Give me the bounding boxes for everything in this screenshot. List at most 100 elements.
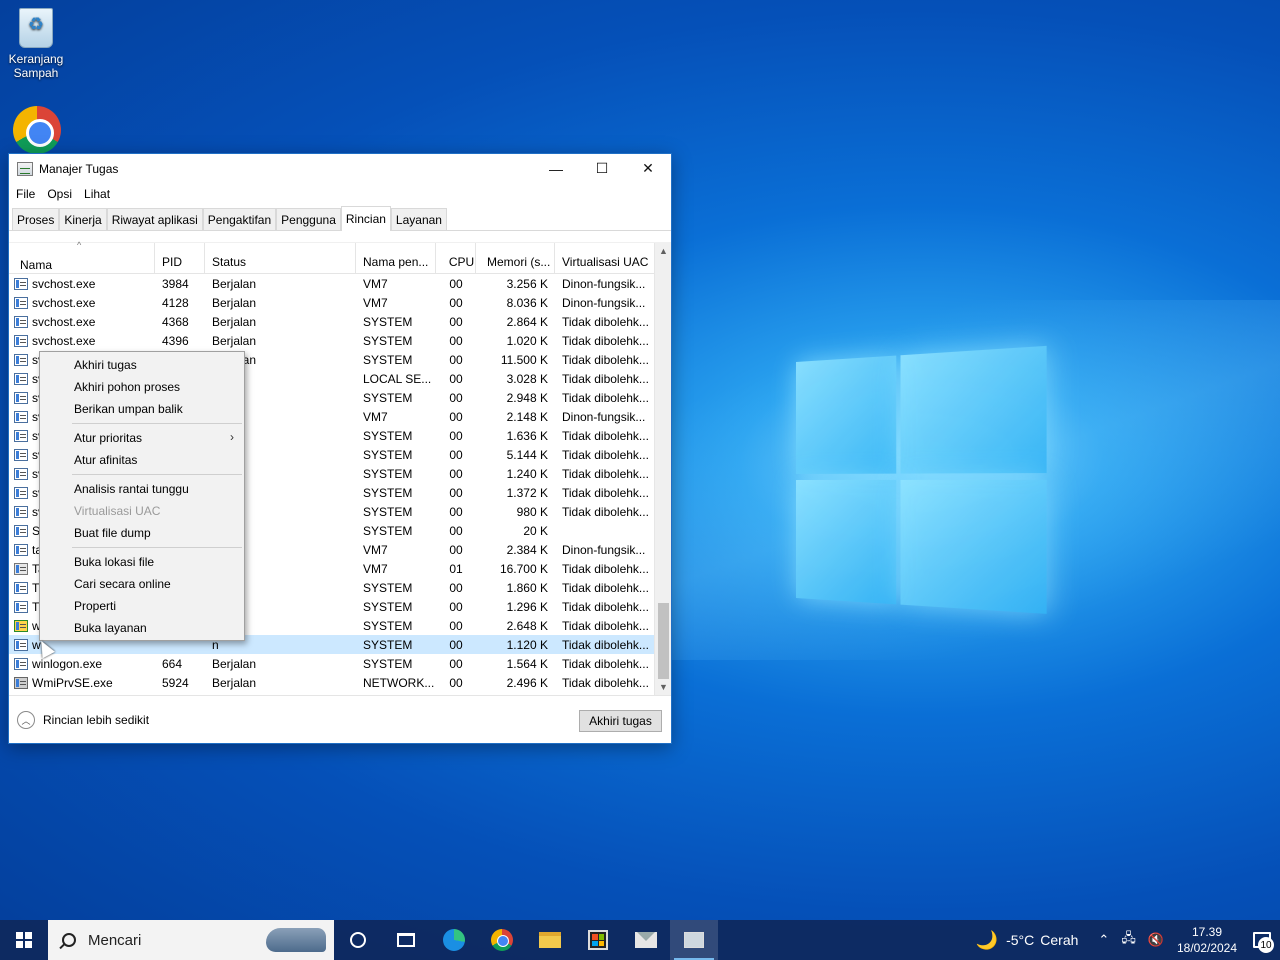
user-cell: SYSTEM xyxy=(356,524,436,538)
column-header-pid[interactable]: PID xyxy=(155,243,205,274)
memory-cell: 2.148 K xyxy=(476,410,555,424)
status-cell: Berjalan xyxy=(205,676,356,690)
user-cell: VM7 xyxy=(356,543,436,557)
column-header-status[interactable]: Status xyxy=(205,243,356,274)
minimize-button[interactable]: — xyxy=(533,154,579,183)
store-taskbar-button[interactable] xyxy=(574,920,622,960)
table-row[interactable]: svchost.exe 3984 Berjalan VM7 00 3.256 K Dinon… xyxy=(9,274,671,293)
tab-details[interactable]: Rincian xyxy=(341,206,391,231)
column-header-cpu[interactable]: CPU xyxy=(436,243,476,274)
menu-options[interactable]: Opsi xyxy=(47,187,72,201)
menu-item-set-affinity[interactable]: Atur afinitas xyxy=(40,449,244,471)
maximize-button[interactable]: ☐ xyxy=(579,154,625,183)
menu-item-properties[interactable]: Properti xyxy=(40,595,244,617)
memory-cell: 2.648 K xyxy=(476,619,555,633)
cpu-cell: 00 xyxy=(436,467,476,481)
cpu-cell: 00 xyxy=(436,448,476,462)
column-header-name[interactable]: Nama xyxy=(9,243,155,274)
recycle-bin-desktop-icon[interactable]: Keranjang Sampah xyxy=(0,8,72,80)
task-manager-taskbar-button[interactable] xyxy=(670,920,718,960)
moon-weather-icon[interactable]: 🌙 xyxy=(976,930,998,951)
process-icon xyxy=(14,335,28,347)
notification-center-button[interactable]: 10 xyxy=(1244,920,1280,960)
edge-taskbar-button[interactable] xyxy=(430,920,478,960)
taskbar-search-box[interactable]: Mencari xyxy=(48,920,334,960)
table-row[interactable]: svchost.exe 4396 Berjalan SYSTEM 00 1.020 K Ti… xyxy=(9,331,671,350)
menu-view[interactable]: Lihat xyxy=(84,187,110,201)
menu-item-search-online[interactable]: Cari secara online xyxy=(40,573,244,595)
file-explorer-taskbar-button[interactable] xyxy=(526,920,574,960)
menu-item-analyze-wait-chain[interactable]: Analisis rantai tunggu xyxy=(40,478,244,500)
clock[interactable]: 17.39 18/02/2024 xyxy=(1176,924,1238,956)
column-header-user[interactable]: Nama pen... xyxy=(356,243,436,274)
process-icon xyxy=(14,373,28,385)
scroll-up-icon[interactable]: ▲ xyxy=(655,243,672,260)
title-bar[interactable]: Manajer Tugas — ☐ ✕ xyxy=(9,154,671,183)
memory-cell: 1.860 K xyxy=(476,581,555,595)
vertical-scrollbar[interactable]: ▲ ▼ xyxy=(654,243,671,696)
menu-file[interactable]: File xyxy=(16,187,35,201)
menu-item-end-task[interactable]: Akhiri tugas xyxy=(40,354,244,376)
scroll-thumb[interactable] xyxy=(658,603,669,679)
menu-item-create-dump[interactable]: Buat file dump xyxy=(40,522,244,544)
uac-cell: Tidak dibolehk... xyxy=(555,657,655,671)
tab-users[interactable]: Pengguna xyxy=(276,208,341,230)
pid-cell: 3984 xyxy=(155,277,205,291)
pid-cell: 4128 xyxy=(155,296,205,310)
table-row[interactable]: svchost.exe 4128 Berjalan VM7 00 8.036 K Dinon… xyxy=(9,293,671,312)
menu-item-set-priority[interactable]: Atur prioritas › xyxy=(40,427,244,449)
task-view-button[interactable] xyxy=(382,920,430,960)
close-button[interactable]: ✕ xyxy=(625,154,671,183)
column-header-uac[interactable]: Virtualisasi UAC xyxy=(555,243,655,274)
weather-condition[interactable]: Cerah xyxy=(1040,932,1078,948)
tab-services[interactable]: Layanan xyxy=(391,208,447,230)
uac-cell: Tidak dibolehk... xyxy=(555,448,655,462)
table-row[interactable]: WmiPrvSE.exe 5924 Berjalan NETWORK... 00 2.49… xyxy=(9,673,671,692)
user-cell: SYSTEM xyxy=(356,581,436,595)
cpu-cell: 00 xyxy=(436,619,476,633)
table-row[interactable]: winlogon.exe 664 Berjalan SYSTEM 00 1.564 K Ti… xyxy=(9,654,671,673)
status-cell: Berjalan xyxy=(205,315,356,329)
chrome-desktop-shortcut[interactable] xyxy=(1,106,73,154)
fewer-details-link[interactable]: ︿ Rincian lebih sedikit xyxy=(17,711,149,729)
start-button[interactable] xyxy=(0,920,48,960)
menu-item-end-process-tree[interactable]: Akhiri pohon proses xyxy=(40,376,244,398)
system-tray: 🌙 -5°C Cerah ⌃ 🖧 🔇 17.39 18/02/2024 10 xyxy=(976,920,1280,960)
tab-startup[interactable]: Pengaktifan xyxy=(203,208,276,230)
uac-cell: Tidak dibolehk... xyxy=(555,315,655,329)
pid-cell: 4368 xyxy=(155,315,205,329)
weather-temperature[interactable]: -5°C xyxy=(1006,932,1034,948)
process-icon xyxy=(14,449,28,461)
tab-processes[interactable]: Proses xyxy=(12,208,59,230)
network-icon[interactable]: 🖧 xyxy=(1121,929,1136,951)
mail-taskbar-button[interactable] xyxy=(622,920,670,960)
recycle-bin-icon xyxy=(19,8,53,48)
chevron-up-icon[interactable]: ⌃ xyxy=(1098,932,1109,948)
chrome-icon xyxy=(13,106,61,154)
menu-item-uac-virtualization: Virtualisasi UAC xyxy=(40,500,244,522)
chrome-taskbar-button[interactable] xyxy=(478,920,526,960)
user-cell: VM7 xyxy=(356,410,436,424)
user-cell: LOCAL SE... xyxy=(356,372,436,386)
column-header-memory[interactable]: Memori (s... xyxy=(476,243,555,274)
menu-item-open-file-location[interactable]: Buka lokasi file xyxy=(40,551,244,573)
process-name: svchost.exe xyxy=(32,277,95,291)
table-row[interactable]: svchost.exe 4368 Berjalan SYSTEM 00 2.864 K Ti… xyxy=(9,312,671,331)
memory-cell: 11.500 K xyxy=(476,353,555,367)
memory-cell: 5.144 K xyxy=(476,448,555,462)
cortana-button[interactable] xyxy=(334,920,382,960)
end-task-button[interactable]: Akhiri tugas xyxy=(579,710,662,732)
notification-count-badge: 10 xyxy=(1258,937,1274,953)
tab-app-history[interactable]: Riwayat aplikasi xyxy=(107,208,203,230)
status-cell: Berjalan xyxy=(205,657,356,671)
window-title: Manajer Tugas xyxy=(39,162,118,176)
user-cell: VM7 xyxy=(356,296,436,310)
volume-muted-icon[interactable]: 🔇 xyxy=(1148,932,1164,948)
menu-item-go-to-services[interactable]: Buka layanan xyxy=(40,617,244,639)
memory-cell: 1.240 K xyxy=(476,467,555,481)
tab-performance[interactable]: Kinerja xyxy=(59,208,106,230)
user-cell: SYSTEM xyxy=(356,429,436,443)
menu-item-feedback[interactable]: Berikan umpan balik xyxy=(40,398,244,420)
scroll-down-icon[interactable]: ▼ xyxy=(655,679,672,696)
user-cell: SYSTEM xyxy=(356,467,436,481)
